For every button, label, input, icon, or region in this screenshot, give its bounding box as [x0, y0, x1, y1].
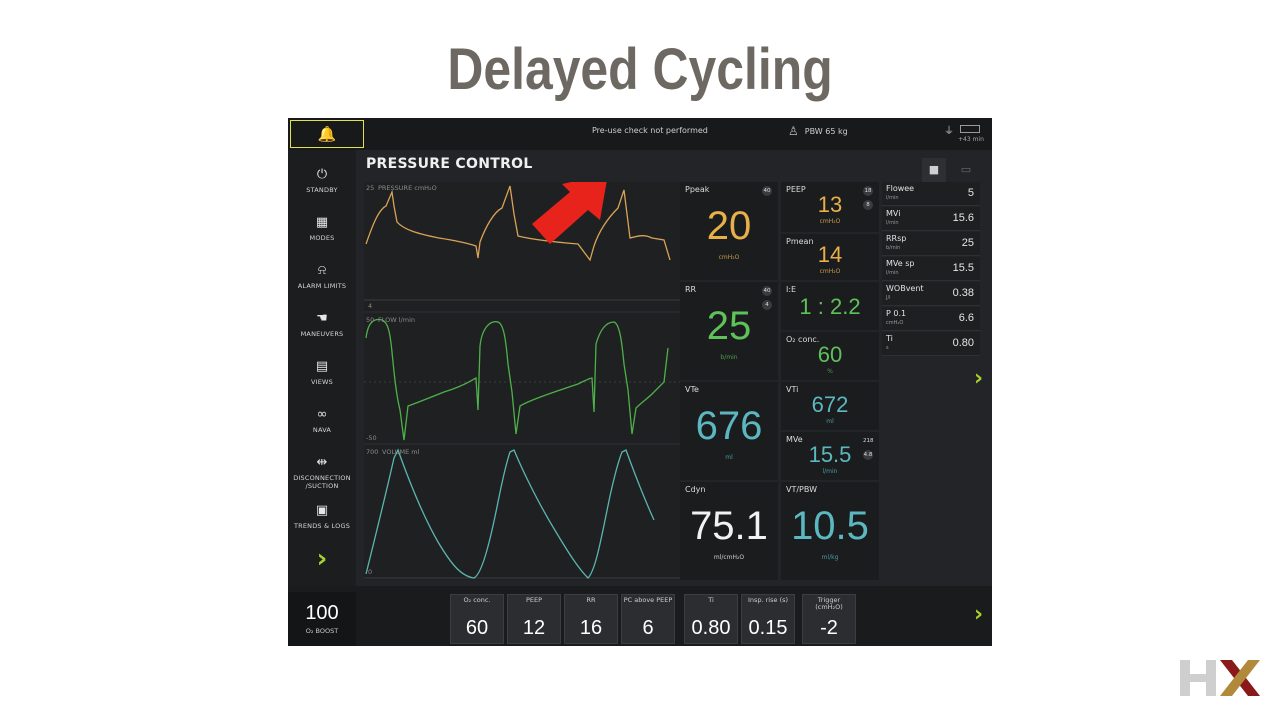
o2-boost-button[interactable]: 100 O₂ BOOST [288, 592, 356, 646]
camera-icon[interactable]: ■ [922, 158, 946, 182]
flow-bottom-scale: -50 [366, 434, 377, 442]
top-bar: 🔔 Pre-use check not performed ♙ PBW 65 k… [288, 118, 992, 150]
mve-value: 15.5 [808, 442, 852, 467]
vti-tile[interactable]: VTi 672 ml [781, 382, 879, 430]
pressure-top-scale: 25 [366, 184, 375, 192]
nava-icon: ∞ [316, 407, 328, 422]
small-value-row[interactable]: Flowee l/min 5 [882, 182, 980, 206]
ventilator-screen: 🔔 Pre-use check not performed ♙ PBW 65 k… [288, 118, 992, 646]
waveform-svg [364, 174, 680, 580]
vte-value: 676 [695, 404, 763, 448]
measured-values-grid: Ppeak 40 20 cmH₂O PEEP 18 8 13 cmH₂O Pme… [680, 182, 880, 580]
screen-icon[interactable]: ▭ [954, 158, 978, 182]
hx-logo [1180, 660, 1260, 696]
ie-tile[interactable]: I:E 1 : 2.2 [781, 282, 879, 330]
sidebar-item-maneuvers[interactable]: ☚ MANEUVERS [288, 304, 356, 350]
battery-icon [960, 125, 980, 133]
flow-label: FLOW l/min [378, 316, 415, 324]
power-icon: ⏻ [316, 167, 328, 182]
pressure-bottom-scale: 4 [368, 302, 373, 310]
vtpbw-tile[interactable]: VT/PBW 10.5 ml/kg [781, 482, 879, 580]
small-value-row[interactable]: Ti s 0.80 [882, 332, 980, 356]
small-value-row[interactable]: WOBvent J/l 0.38 [882, 282, 980, 306]
ie-value: 1 : 2.2 [799, 294, 861, 319]
setting-ti[interactable]: Ti 0.80 [684, 594, 738, 644]
patient-info[interactable]: ♙ PBW 65 kg [788, 124, 848, 138]
ppeak-tile[interactable]: Ppeak 40 20 cmH₂O [680, 182, 778, 280]
o2-value: 60 [817, 342, 843, 367]
alarm-icon: ⍾ [317, 263, 327, 278]
volume-top-scale: 700 [366, 448, 379, 456]
mve-tile[interactable]: MVe 218 4.8 15.5 l/min [781, 432, 879, 480]
sidebar-item-alarm-limits[interactable]: ⍾ ALARM LIMITS [288, 256, 356, 302]
battery-time: +43 min [958, 136, 984, 143]
rr-tile[interactable]: RR 40 4 25 b/min [680, 282, 778, 380]
small-value-row[interactable]: MVi l/min 15.6 [882, 207, 980, 231]
mode-title: PRESSURE CONTROL [366, 156, 533, 172]
peep-value: 13 [817, 192, 843, 217]
sidebar-next-button[interactable]: › [288, 544, 356, 574]
cdyn-value: 75.1 [690, 504, 768, 548]
setting-o2-conc[interactable]: O₂ conc. 60 [450, 594, 504, 644]
sidebar-item-disconnection[interactable]: ⇹ DISCONNECTION /SUCTION [288, 448, 356, 494]
disconnect-icon: ⇹ [316, 455, 328, 470]
o2-tile[interactable]: O₂ conc. 60 % [781, 332, 879, 380]
alarm-bell-button[interactable]: 🔔 [290, 120, 364, 148]
pmean-value: 14 [817, 242, 843, 267]
sidebar-item-nava[interactable]: ∞ NAVA [288, 400, 356, 446]
setting-pc-above-peep[interactable]: PC above PEEP 6 [621, 594, 675, 644]
sidebar-item-views[interactable]: ▤ VIEWS [288, 352, 356, 398]
flow-top-scale: 50 [366, 316, 375, 324]
slide-title: Delayed Cycling [447, 37, 833, 102]
setting-peep[interactable]: PEEP 12 [507, 594, 561, 644]
vtpbw-value: 10.5 [791, 504, 869, 548]
vte-tile[interactable]: VTe 676 ml [680, 382, 778, 480]
sidebar-item-modes[interactable]: ▦ MODES [288, 208, 356, 254]
sidebar-item-trends[interactable]: ▣ TRENDS & LOGS [288, 496, 356, 542]
hand-icon: ☚ [316, 311, 328, 326]
vti-value: 672 [811, 392, 849, 417]
status-message: Pre-use check not performed [592, 126, 708, 135]
sidebar-item-standby[interactable]: ⏻ STANDBY [288, 160, 356, 206]
volume-label: VOLUME ml [382, 448, 420, 456]
peep-tile[interactable]: PEEP 18 8 13 cmH₂O [781, 182, 879, 232]
setting-rr[interactable]: RR 16 [564, 594, 618, 644]
bell-icon: 🔔 [317, 125, 337, 143]
pressure-label: PRESSURE cmH₂O [378, 184, 437, 192]
pbw-value: PBW 65 kg [804, 126, 848, 136]
rr-value: 25 [706, 304, 752, 348]
settings-next-button[interactable]: › [974, 602, 983, 627]
trends-icon: ▣ [315, 503, 329, 518]
person-icon: ♙ [788, 124, 799, 138]
plug-icon: ⏚ [944, 126, 954, 137]
ppeak-value: 20 [706, 204, 752, 248]
small-values-list: Flowee l/min 5 MVi l/min 15.6 RRsp b/min 25 MV… [882, 182, 980, 356]
setting-insp-rise[interactable]: Insp. rise (s) 0.15 [741, 594, 795, 644]
cdyn-tile[interactable]: Cdyn 75.1 ml/cmH₂O [680, 482, 778, 580]
small-value-row[interactable]: P 0.1 cmH₂O 6.6 [882, 307, 980, 331]
waveform-background [364, 182, 680, 580]
setting-trigger[interactable]: Trigger (cmH₂O) -2 [802, 594, 856, 644]
volume-bottom-scale: 0 [368, 568, 373, 576]
pmean-tile[interactable]: Pmean 14 cmH₂O [781, 234, 879, 280]
small-value-row[interactable]: MVe sp l/min 15.5 [882, 257, 980, 281]
logo-h-bar [1186, 674, 1210, 682]
views-icon: ▤ [315, 359, 329, 374]
values-next-button[interactable]: › [974, 366, 983, 391]
small-value-row[interactable]: RRsp b/min 25 [882, 232, 980, 256]
sidebar: ⏻ STANDBY ▦ MODES ⍾ ALARM LIMITS ☚ MANEUVERS… [288, 150, 356, 586]
grid-icon: ▦ [315, 215, 329, 230]
waveform-area: 25 PRESSURE cmH₂O 4 50 FLOW l/min -50 70… [364, 174, 680, 580]
